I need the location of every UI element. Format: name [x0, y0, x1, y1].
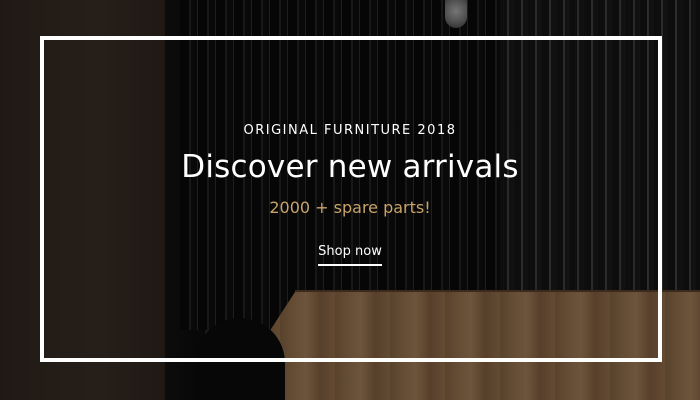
hero-content: ORIGINAL FURNITURE 2018 Discover new arr…	[0, 0, 700, 400]
hero-banner: ORIGINAL FURNITURE 2018 Discover new arr…	[0, 0, 700, 400]
hero-headline: Discover new arrivals	[181, 149, 519, 185]
hero-eyebrow: ORIGINAL FURNITURE 2018	[243, 123, 457, 138]
shop-now-link[interactable]: Shop now	[318, 244, 382, 266]
hero-subline: 2000 + spare parts!	[269, 198, 431, 217]
